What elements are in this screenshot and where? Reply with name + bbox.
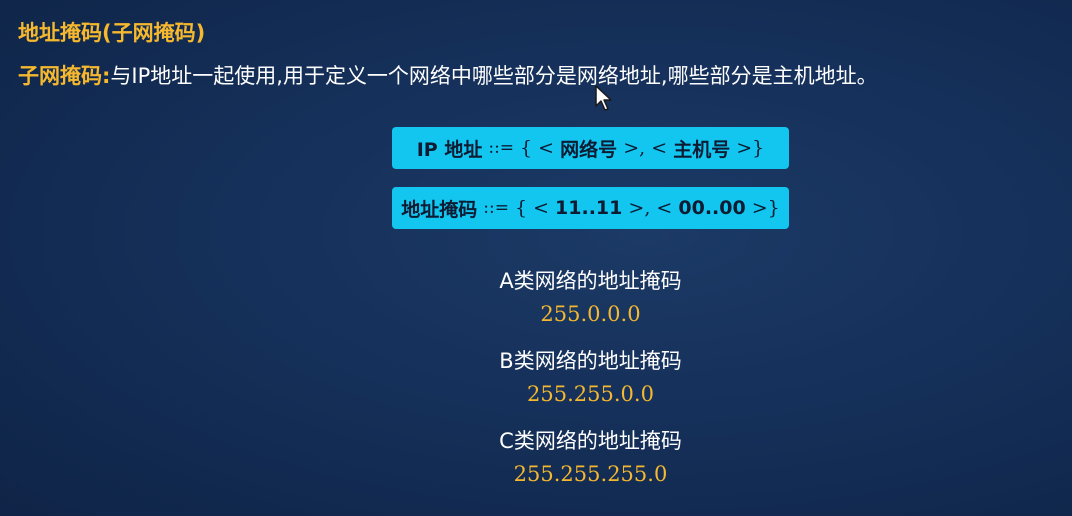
formula-ip-host: 主机号 (673, 138, 731, 161)
class-b-label: B类网络的地址掩码 (499, 349, 682, 373)
formula-ip-close: >} (736, 137, 765, 159)
definition-text: 与IP地址一起使用,用于定义一个网络中哪些部分是网络地址,哪些部分是主机地址。 (110, 64, 878, 88)
formula-mask-mid: >, < (628, 197, 673, 219)
definition-label: 子网掩码: (18, 64, 111, 88)
class-c-mask: 255.255.255.0 (513, 462, 668, 486)
class-c-label: C类网络的地址掩码 (499, 429, 682, 453)
class-a-label: A类网络的地址掩码 (499, 269, 682, 293)
page-title: 地址掩码(子网掩码) (18, 21, 206, 45)
formula-mask-open: { < (514, 197, 549, 219)
formula-ip-network: 网络号 (560, 138, 618, 161)
definition-line: 子网掩码:与IP地址一起使用,用于定义一个网络中哪些部分是网络地址,哪些部分是主… (18, 60, 878, 90)
address-mask-formula: 地址掩码 ::= { < 11..11 >, < 00..00 >} (392, 187, 789, 229)
formula-mask-ones: 11..11 (555, 197, 623, 219)
mouse-pointer-icon (595, 85, 612, 111)
class-b-mask: 255.255.0.0 (527, 382, 654, 406)
formula-mask-zeros: 00..00 (678, 197, 746, 219)
formula-ip-lhs: IP 地址 (416, 138, 483, 161)
ip-address-formula: IP 地址 ::= { < 网络号 >, < 主机号 >} (392, 127, 789, 169)
formula-mask-close: >} (751, 197, 780, 219)
class-a-mask: 255.0.0.0 (540, 302, 641, 326)
formula-ip-op: ::= (488, 138, 515, 158)
formula-mask-lhs: 地址掩码 (401, 198, 478, 221)
formula-mask-op: ::= (483, 198, 509, 218)
formula-ip-mid: >, < (623, 137, 668, 159)
formula-ip-open: { < (520, 137, 555, 159)
